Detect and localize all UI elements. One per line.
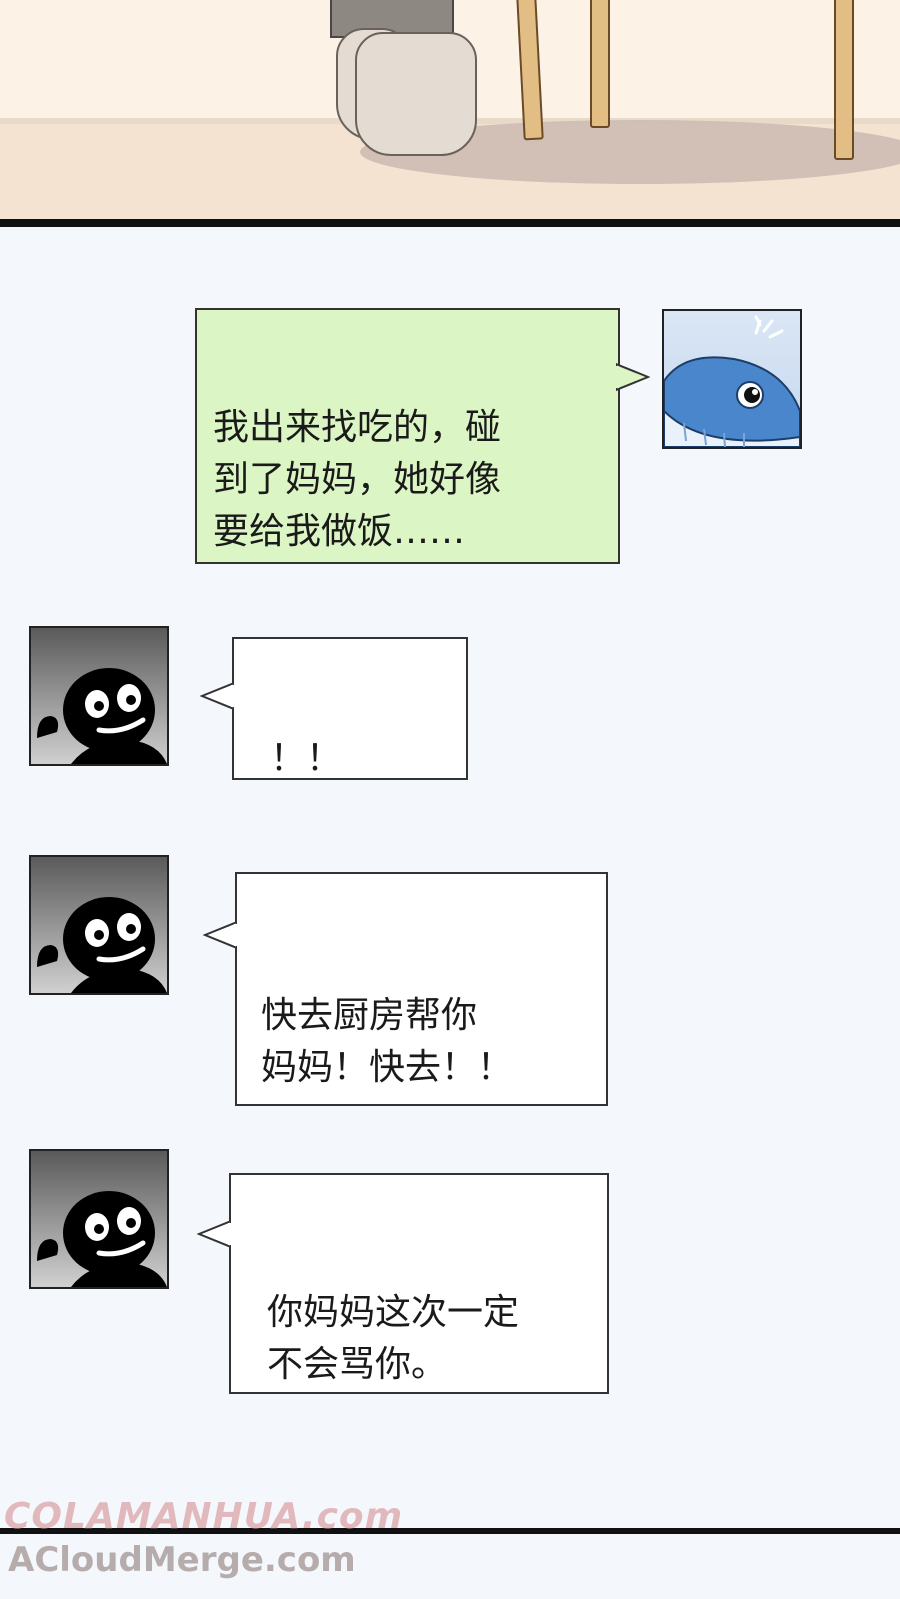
bubble-tail [197, 1219, 231, 1249]
chat-bubble-stick: ！！ [232, 637, 468, 780]
chat-text: 你妈妈这次一定 不会骂你。 [267, 1292, 520, 1385]
whale-icon [664, 315, 800, 447]
bubble-tail [200, 681, 234, 711]
chair-leg [590, 0, 610, 128]
stick-figure-avatar [29, 1149, 169, 1289]
boot-right [355, 32, 477, 156]
chat-text: 快去厨房帮你 妈妈！快去！！ [261, 995, 514, 1088]
bubble-tail [203, 920, 237, 950]
stick-figure-icon [37, 897, 167, 993]
stick-figure-avatar [29, 855, 169, 995]
chat-bubble-stick: 你妈妈这次一定 不会骂你。 [229, 1173, 609, 1394]
chat-bubble-stick: 快去厨房帮你 妈妈！快去！！ [235, 872, 608, 1106]
bubble-tail [616, 362, 650, 392]
chat-text: ！！ [270, 738, 343, 779]
chat-bubble-whale: 我出来找吃的，碰 到了妈妈，她好像 要给我做饭…… [195, 308, 620, 564]
chair-leg [834, 0, 854, 160]
panel-border [0, 219, 900, 227]
stick-figure-icon [37, 668, 167, 764]
watermark-acloudmerge: ACloudMerge.com [8, 1540, 356, 1580]
watermark-colamanhua: COLAMANHUA.com [4, 1496, 404, 1537]
stick-figure-icon [37, 1191, 167, 1287]
comic-panel-top [0, 0, 900, 226]
whale-avatar [662, 309, 802, 449]
stick-figure-avatar [29, 626, 169, 766]
chat-text: 我出来找吃的，碰 到了妈妈，她好像 要给我做饭…… [213, 407, 502, 552]
